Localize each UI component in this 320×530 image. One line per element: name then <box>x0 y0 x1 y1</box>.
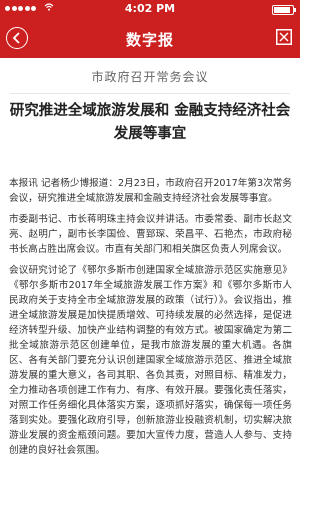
battery-icon <box>272 5 296 15</box>
article-headline: 研究推进全域旅游发展和 金融支持经济社会发展等事宜 <box>9 103 291 142</box>
article-body: 本报讯 记者杨少博报道：2月23日，市政府召开2017年第3次常务会议，研究推进… <box>0 146 300 458</box>
article-paragraph: 本报讯 记者杨少博报道：2月23日，市政府召开2017年第3次常务会议，研究推进… <box>9 178 292 204</box>
app-header: 4:02 PM 数字报 <box>0 0 300 58</box>
article-paragraph: 会议研究讨论了《鄂尔多斯市创建国家全域旅游示范区实施意见》《鄂尔多斯市2017年… <box>9 265 292 456</box>
article-subhead: 市政府召开常务会议 <box>91 70 209 84</box>
nav-bar: 数字报 <box>0 18 300 58</box>
page-title: 数字报 <box>125 31 174 49</box>
grid-close-icon[interactable] <box>276 29 292 45</box>
status-time: 4:02 PM <box>124 2 176 15</box>
article-paragraph: 市委副书记、市长蒋明珠主持会议并讲话。市委常委、副市长赵文亮、赵明广，副市长李国… <box>9 214 292 255</box>
status-bar: 4:02 PM <box>0 0 300 18</box>
article: 市政府召开常务会议 研究推进全域旅游发展和 金融支持经济社会发展等事宜 本报讯 … <box>0 58 300 464</box>
divider <box>10 93 290 94</box>
